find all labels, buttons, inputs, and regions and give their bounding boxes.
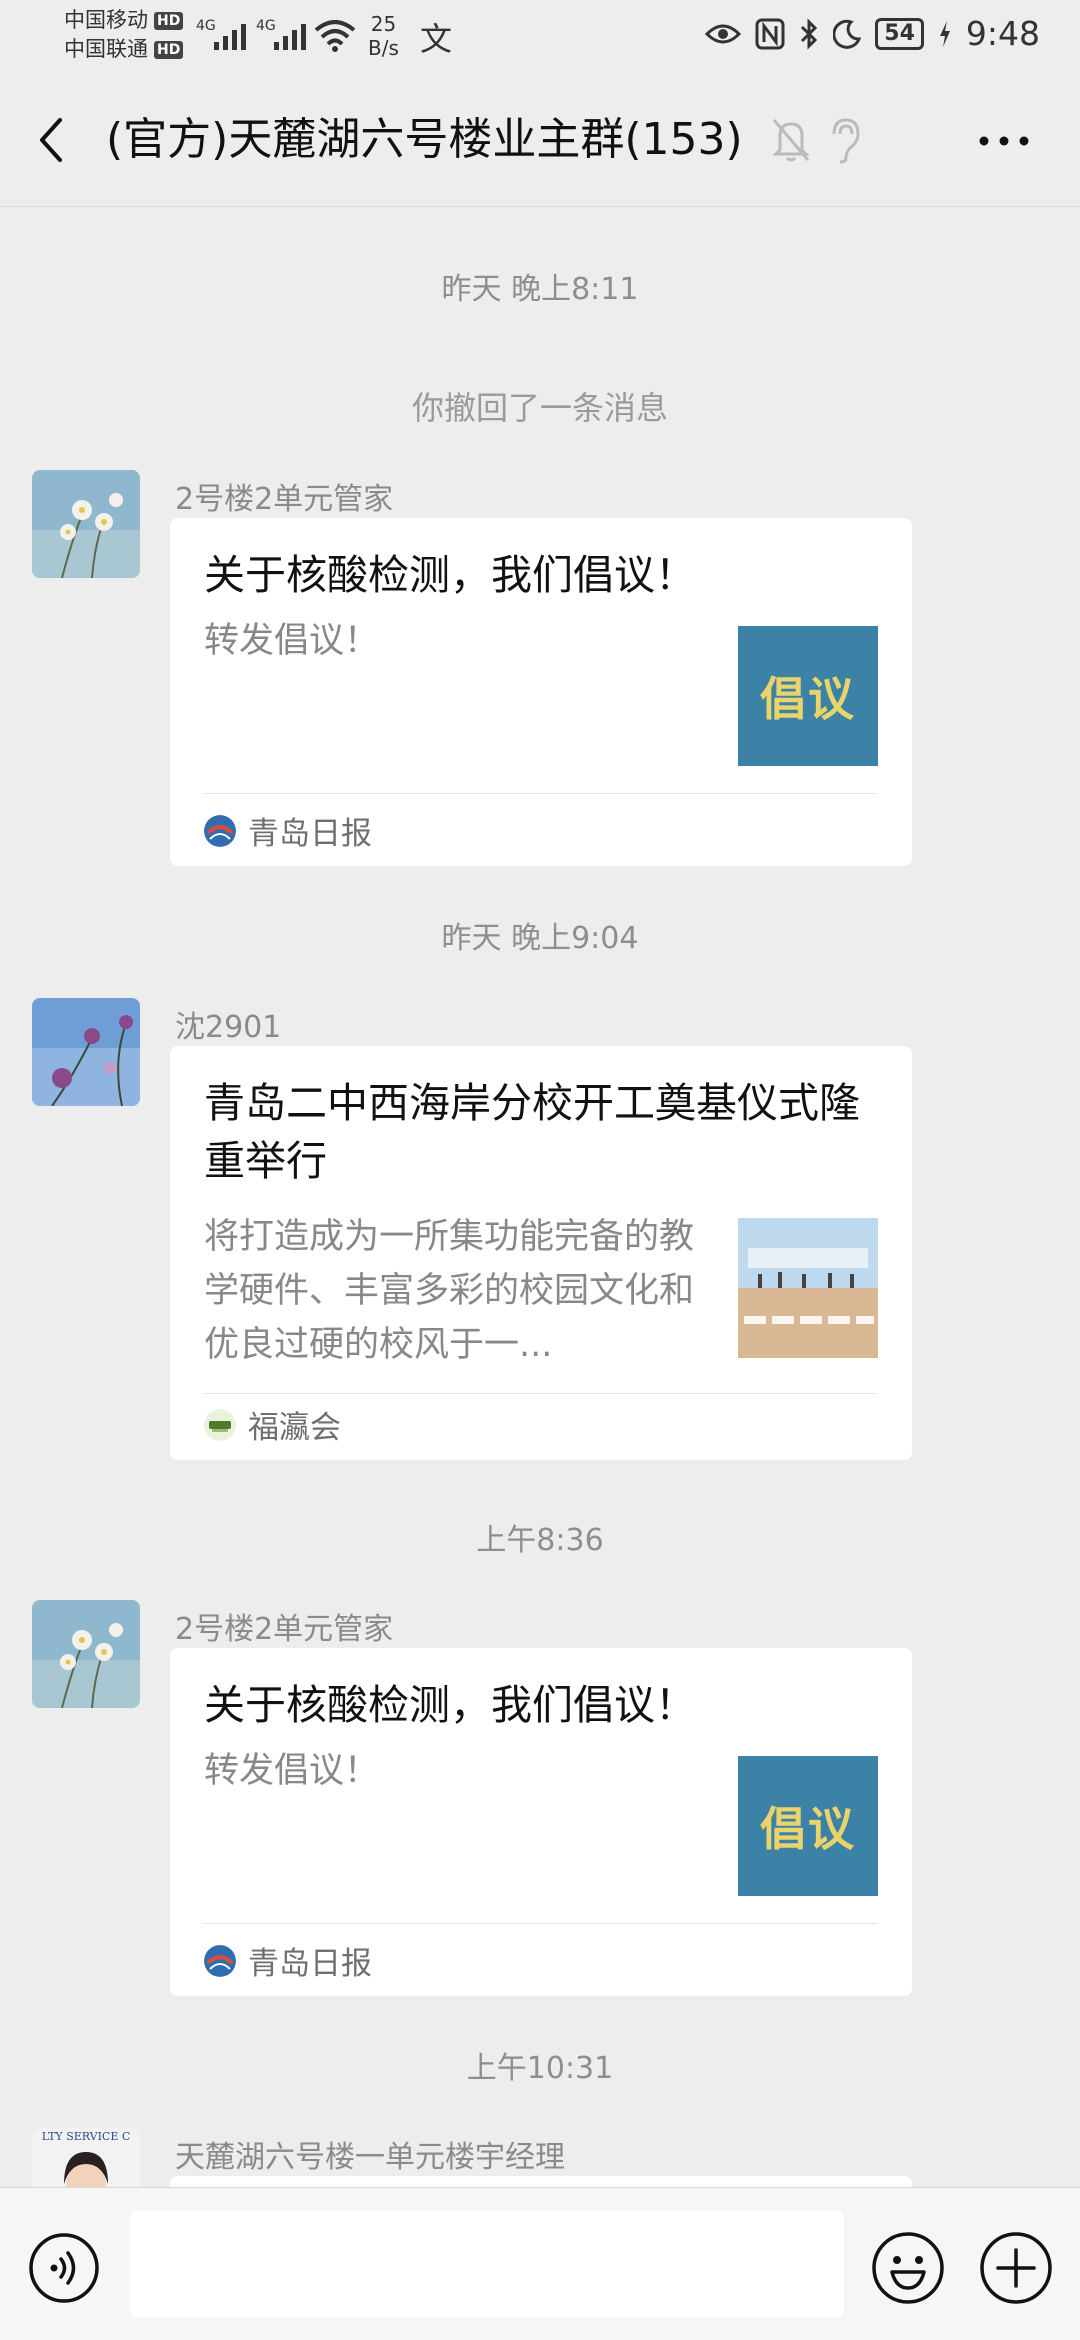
message-list[interactable]: 昨天 晚上8:11 你撤回了一条消息 2号楼2单元管家 关于核酸检测，我们倡议！…: [0, 207, 1080, 2187]
more-options-icon[interactable]: [974, 126, 1034, 156]
net-speed: 25 B/s: [368, 12, 399, 60]
qingdao-daily-logo-icon: [204, 1944, 236, 1977]
avatar[interactable]: [32, 998, 140, 1106]
battery-level: 54: [875, 17, 924, 50]
signal-2-tag: 4G: [256, 18, 276, 34]
signal-1-icon: [214, 18, 246, 50]
message-input[interactable]: [130, 2210, 844, 2318]
eye-icon: [705, 24, 742, 43]
recall-notice: 你撤回了一条消息: [411, 389, 668, 427]
timestamp: 昨天 晚上9:04: [441, 921, 639, 956]
right-status-icons: 54 9:48: [705, 14, 1040, 53]
input-bar: [0, 2187, 1080, 2340]
article-desc: 将打造成为一所集功能完备的教学硬件、丰富多彩的校园文化和优良过硬的校风于一...: [204, 1217, 695, 1365]
text-status-icon: 文: [420, 20, 453, 58]
card-divider: [204, 793, 878, 794]
sender-name: 沈2901: [175, 1010, 282, 1045]
article-source-name: 福瀛会: [248, 1410, 341, 1446]
hd-badge-2: HD: [154, 40, 184, 59]
article-card[interactable]: 关于核酸检测，我们倡议！ 转发倡议！ 倡议 青岛日报: [170, 518, 912, 866]
signal-1-tag: 4G: [196, 18, 216, 34]
chat-header: (官方)天麓湖六号楼业主群(153): [0, 72, 1080, 207]
bluetooth-icon: [801, 17, 818, 50]
article-title: 关于核酸检测，我们倡议！: [204, 551, 696, 599]
article-source: 青岛日报: [204, 808, 372, 853]
article-source: 福瀛会: [204, 1402, 341, 1447]
article-thumbnail: 倡议: [738, 1756, 878, 1896]
more-functions-plus-icon[interactable]: [978, 2230, 1054, 2306]
sender-name: 天麓湖六号楼一单元楼宇经理: [175, 2140, 565, 2175]
timestamp: 昨天 晚上8:11: [441, 272, 639, 307]
article-source-name: 青岛日报: [248, 816, 372, 852]
signal-2-icon: [274, 18, 306, 50]
emoji-icon[interactable]: [870, 2230, 946, 2306]
avatar[interactable]: LTY SERVICE C: [32, 2128, 140, 2187]
net-speed-value: 25: [370, 12, 397, 36]
article-card[interactable]: 关于核酸检测，我们倡议！ 转发倡议！ 倡议 青岛日报: [170, 1648, 912, 1996]
article-thumbnail: [738, 1218, 878, 1358]
article-title: 关于核酸检测，我们倡议！: [204, 1681, 696, 1729]
hd-badge-1: HD: [154, 11, 184, 30]
wifi-icon: [314, 20, 356, 52]
article-source-name: 青岛日报: [248, 1946, 372, 1982]
sender-name: 2号楼2单元管家: [175, 1612, 394, 1647]
carrier-info: 中国移动 HD 中国联通 HD: [64, 6, 184, 64]
voice-input-icon[interactable]: [28, 2232, 100, 2304]
carrier-1: 中国移动: [64, 8, 148, 32]
net-speed-unit: B/s: [368, 36, 399, 60]
back-arrow-icon[interactable]: [28, 112, 76, 168]
chat-title: (官方)天麓湖六号楼业主群(153): [106, 114, 743, 165]
timestamp: 上午10:31: [466, 2051, 614, 2086]
nfc-icon: [755, 18, 785, 49]
status-bar: 中国移动 HD 中国联通 HD 4G 4G 25 B/s 文 54 9:48: [0, 0, 1080, 72]
article-source: 青岛日报: [204, 1938, 372, 1983]
wechat-group-chat: 中国移动 HD 中国联通 HD 4G 4G 25 B/s 文 54 9:48 (…: [0, 0, 1080, 2340]
fuyinghui-logo-icon: [204, 1408, 236, 1441]
timestamp: 上午8:36: [476, 1523, 604, 1558]
article-title: 青岛二中西海岸分校开工奠基仪式隆重举行: [204, 1079, 860, 1185]
article-thumbnail: 倡议: [738, 626, 878, 766]
avatar[interactable]: [32, 470, 140, 578]
charging-icon: [939, 20, 950, 47]
carrier-2: 中国联通: [64, 37, 148, 61]
article-card[interactable]: 青岛二中西海岸分校开工奠基仪式隆重举行 将打造成为一所集功能完备的教学硬件、丰富…: [170, 1046, 912, 1460]
avatar[interactable]: [32, 1600, 140, 1708]
mute-bell-icon: [772, 119, 810, 162]
card-divider: [204, 1393, 878, 1394]
sender-name: 2号楼2单元管家: [175, 482, 394, 517]
moon-icon: [833, 19, 862, 49]
message-bubble[interactable]: [170, 2176, 912, 2187]
card-divider: [204, 1923, 878, 1924]
article-desc: 转发倡议！: [204, 1751, 380, 1791]
article-desc: 转发倡议！: [204, 621, 380, 661]
qingdao-daily-logo-icon: [204, 814, 236, 847]
clock: 9:48: [965, 14, 1040, 53]
earpiece-icon: [832, 118, 860, 164]
